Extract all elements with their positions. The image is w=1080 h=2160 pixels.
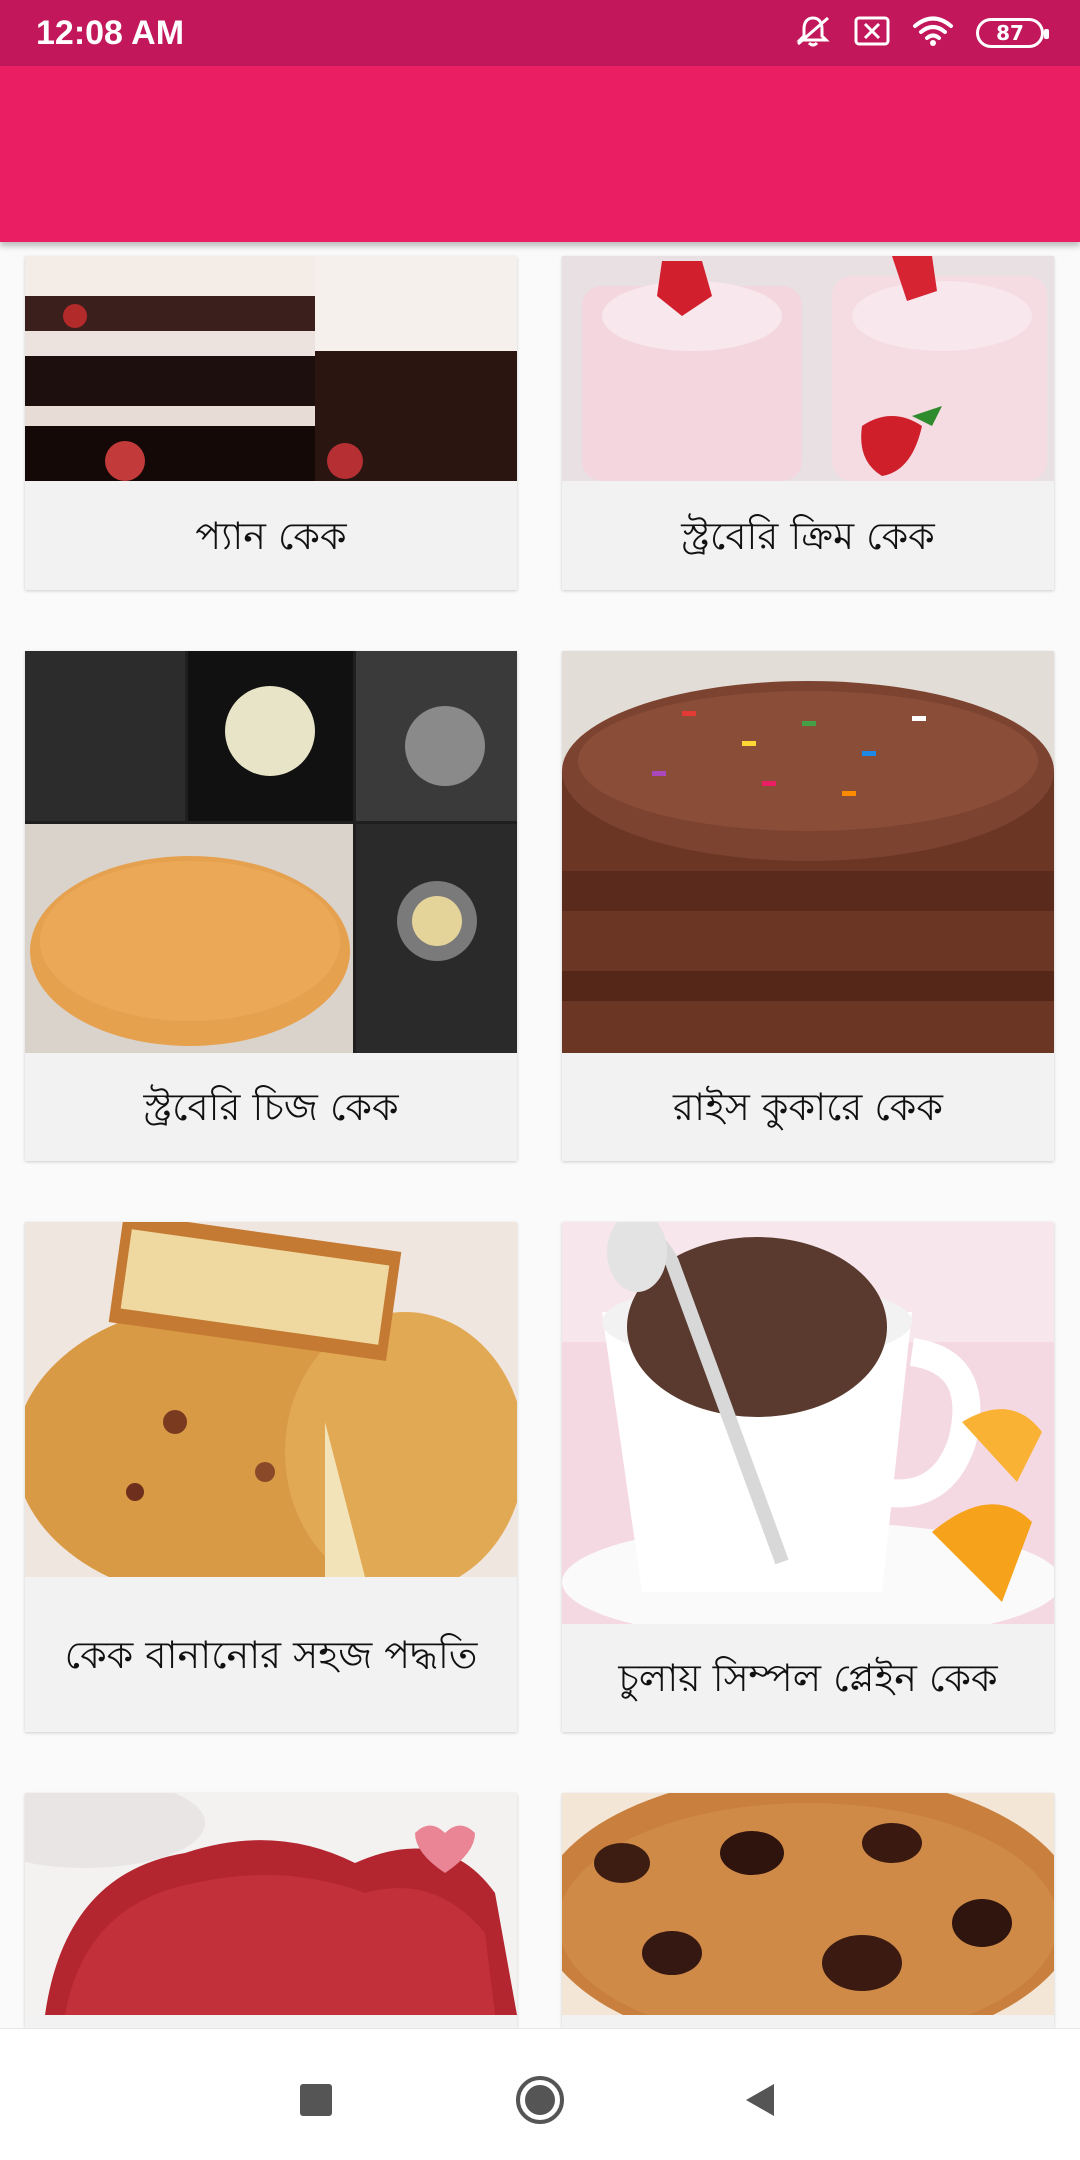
red-velvet-heart-photo <box>25 1793 517 2015</box>
muted-bell-icon <box>794 14 832 52</box>
recipe-card[interactable]: প্যান কেক <box>25 256 517 590</box>
recipe-title: চুলায় সিম্পল প্লেইন কেক <box>618 1656 998 1700</box>
recipe-card[interactable] <box>25 1793 517 2028</box>
mug-cake-photo <box>562 1222 1054 1642</box>
recipe-title: প্যান কেক <box>195 513 347 558</box>
chocolate-chip-cake-photo <box>562 1793 1054 2028</box>
cake-steps-collage-photo <box>25 651 517 1053</box>
recipe-card[interactable]: রাইস কুকারে কেক <box>562 651 1054 1161</box>
recent-apps-icon[interactable] <box>286 2075 346 2125</box>
layered-cake-photo <box>25 256 517 481</box>
recipe-title: স্ট্রবেরি চিজ কেক <box>143 1085 399 1129</box>
battery-level: 87 <box>996 21 1024 45</box>
chocolate-sprinkle-cake-photo <box>562 651 1054 1053</box>
recipe-title: রাইস কুকারে কেক <box>673 1085 943 1129</box>
recipe-card[interactable]: চুলায় সিম্পল প্লেইন কেক <box>562 1222 1054 1732</box>
pound-cake-photo <box>25 1222 517 1602</box>
recipe-title: কেক বানানোর সহজ পদ্ধতি <box>64 1632 478 1677</box>
status-bar: 12:08 AM 87 <box>0 0 1080 66</box>
status-icons: 87 <box>794 14 1049 52</box>
recipe-title: স্ট্রবেরি ক্রিম কেক <box>681 513 935 558</box>
recipe-card[interactable]: কেক বানানোর সহজ পদ্ধতি <box>25 1222 517 1732</box>
navigation-bar <box>0 2028 1080 2160</box>
back-icon[interactable] <box>730 2075 790 2125</box>
recipe-grid: প্যান কেক স্ট্রবেরি ক্রিম কেক স্ট্রবেরি … <box>0 242 1080 2028</box>
recipe-card[interactable]: স্ট্রবেরি ক্রিম কেক <box>562 256 1054 590</box>
wifi-icon <box>912 15 954 51</box>
app-bar <box>0 66 1080 242</box>
battery-icon: 87 <box>976 18 1049 48</box>
home-icon[interactable] <box>510 2075 570 2125</box>
recipe-card[interactable]: স্ট্রবেরি চিজ কেক <box>25 651 517 1161</box>
strawberry-mousse-photo <box>562 256 1054 481</box>
close-box-icon <box>854 16 890 50</box>
status-time: 12:08 AM <box>36 13 185 52</box>
recipe-card[interactable] <box>562 1793 1054 2028</box>
